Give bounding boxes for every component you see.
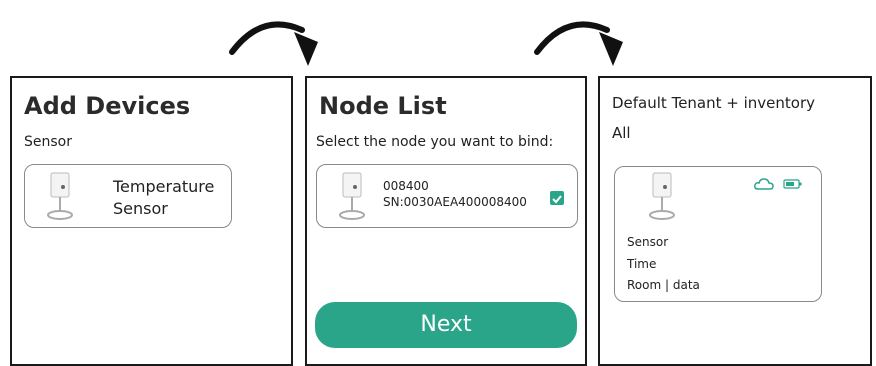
category-label: Sensor [24,134,72,150]
battery-icon [783,179,802,189]
flow-arrow-2 [534,21,623,66]
node-id: 008400 [383,179,429,193]
card-line-room: Room | data [627,278,700,292]
sensor-device-icon [649,172,675,220]
sensor-inventory-card[interactable]: Sensor Time Room | data [614,166,822,302]
node-list-panel: Node List Select the node you want to bi… [305,76,587,366]
page-title: Node List [319,92,447,120]
sensor-device-icon [339,172,365,220]
node-select-checkbox[interactable] [550,191,564,205]
card-line-sensor: Sensor [627,235,669,249]
node-serial: SN:0030AEA400008400 [383,195,527,209]
tenant-header: Default Tenant + inventory [612,94,815,112]
next-button[interactable]: Next [315,302,577,348]
device-name-line2: Sensor [113,199,168,218]
device-name-line1: Temperature [113,177,215,196]
bind-prompt: Select the node you want to bind: [316,134,554,150]
node-list-item[interactable]: 008400 SN:0030AEA400008400 [316,164,578,228]
device-card-temperature-sensor[interactable]: Temperature Sensor [24,164,232,228]
flow-arrow-1 [229,21,318,66]
card-line-time: Time [627,257,657,271]
add-devices-panel: Add Devices Sensor Temperature Sensor [10,76,293,366]
cloud-icon [754,178,774,190]
checkmark-icon [552,195,562,204]
inventory-panel: Default Tenant + inventory All Sensor Ti… [598,76,872,366]
filter-all[interactable]: All [612,124,631,142]
page-title: Add Devices [24,92,191,120]
sensor-device-icon [47,172,73,220]
